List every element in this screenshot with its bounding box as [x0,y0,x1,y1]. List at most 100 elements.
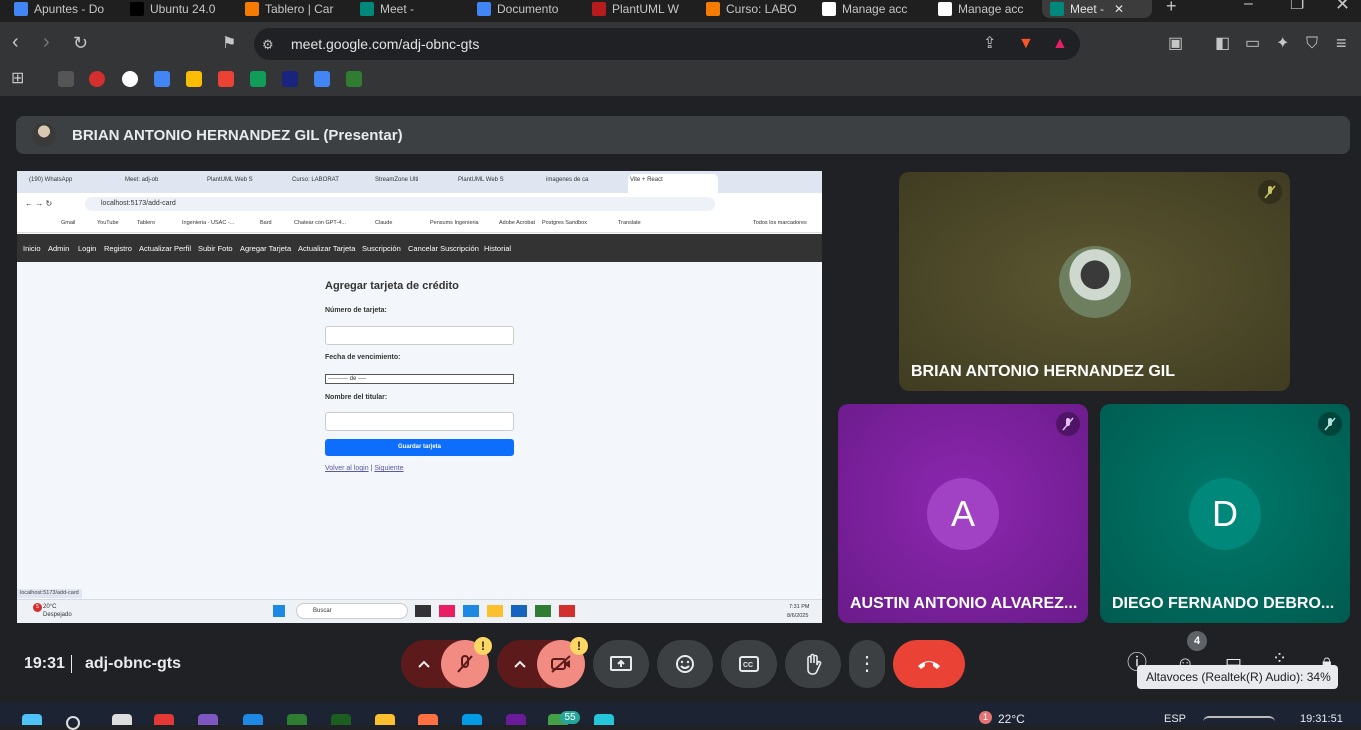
minimize-icon[interactable]: – [1244,0,1253,12]
new-tab-icon[interactable]: + [1166,0,1177,15]
tab-label: Ubuntu 24.0 [150,2,216,16]
taskbar-app-8-icon[interactable] [462,714,482,725]
shared-tab-label: Vite + React [630,177,663,183]
bookmark-1-icon[interactable] [58,71,74,87]
browser-tab[interactable]: Curso: LABO [706,0,810,18]
activities-icon[interactable]: ⁘ [1272,649,1287,667]
back-to-login-link: Volver al login [325,465,369,472]
bookmark-bi-icon[interactable] [282,71,298,87]
shared-screen: ← → ↻ localhost:5173/add-card Agregar ta… [17,171,822,623]
browser-tab[interactable]: Apuntes - Do [14,0,118,18]
browser-tab[interactable]: Meet - ✕ [1042,0,1152,18]
tab-label: Documento [497,2,559,16]
task-view-icon[interactable] [112,714,132,725]
more-options-button[interactable]: ⋮ [849,640,885,688]
tab-label: Meet - [1070,2,1105,16]
browser-tab[interactable]: Documento [477,0,581,18]
brave-rewards-icon[interactable]: ▲ [1052,36,1068,52]
back-icon[interactable]: ‹ [12,32,19,52]
wallet-icon[interactable]: ▭ [1245,36,1260,52]
browser-tab[interactable]: Tablero | Car [245,0,349,18]
forward-icon[interactable]: › [43,32,50,52]
browser-tab[interactable]: Meet - [360,0,464,18]
leo-ai-icon[interactable]: ✦ [1276,36,1289,52]
presenter-avatar [32,123,56,147]
reader-mode-icon[interactable]: ▣ [1168,36,1183,52]
url-text[interactable]: meet.google.com/adj-obnc-gts [291,36,479,52]
os-language[interactable]: ESP [1164,713,1186,725]
app-nav-item: Historial [484,244,512,253]
vscode-icon[interactable] [243,714,263,725]
svg-text:CC: CC [743,662,753,669]
browser-tab[interactable]: Manage acc [822,0,926,18]
bookmark-gmail-icon[interactable] [218,71,234,87]
present-screen-button[interactable] [593,640,649,688]
bookmark-page-icon[interactable]: ⚑ [222,36,236,52]
file-explorer-icon[interactable] [375,714,395,725]
bookmark-google-icon[interactable] [122,71,138,87]
taskbar-app-2-icon[interactable] [198,714,218,725]
close-window-icon[interactable]: ✕ [1335,0,1350,13]
share-page-icon[interactable]: ⇪ [983,36,996,52]
meeting-clock: 19:31 [24,655,65,672]
close-tab-icon[interactable]: ✕ [1114,2,1124,16]
form-links: Volver al login | Siguiente [325,465,404,472]
tab-favicon-icon [822,2,836,16]
taskbar-app-1-icon[interactable] [154,714,174,725]
menu-icon[interactable]: ≡ [1336,34,1347,52]
taskbar-app-7-icon[interactable] [418,714,438,725]
vpn-icon[interactable]: ⛉ [1306,36,1318,52]
hang-up-icon [918,661,940,669]
taskbar-app-4-icon[interactable] [287,714,307,725]
search-icon[interactable] [66,716,80,730]
os-clock[interactable]: 19:31:51 [1300,713,1343,725]
taskbar-app-9-icon[interactable] [506,714,526,725]
reactions-button[interactable] [657,640,713,688]
sidebar-icon[interactable]: ◧ [1215,36,1230,52]
taskbar-edge-icon[interactable] [594,714,614,725]
bookmark-drive-icon[interactable] [186,71,202,87]
brave-shield-icon[interactable]: ▼ [1018,36,1034,52]
os-temperature[interactable]: 22°C [998,712,1025,726]
apps-grid-icon[interactable]: ⊞ [11,71,24,87]
camera-options-chevron-icon[interactable] [505,640,535,688]
tab-favicon-icon [360,2,374,16]
reload-icon[interactable]: ↻ [73,34,88,52]
browser-tab[interactable]: Manage acc [938,0,1042,18]
presentation-title: BRIAN ANTONIO HERNANDEZ GIL (Presentar) [72,127,403,144]
raise-hand-button[interactable] [785,640,841,688]
site-info-icon[interactable]: ⚙ [262,37,274,53]
bookmark-calendar-icon[interactable] [154,71,170,87]
tab-favicon-icon [938,2,952,16]
captions-button[interactable]: CC [721,640,777,688]
participant-tile-brian[interactable]: BRIAN ANTONIO HERNANDEZ GIL [899,172,1290,391]
shared-bookmark: Pensums Ingenieria [430,220,479,226]
bookmark-mario-icon[interactable] [89,71,105,87]
shared-bookmark: YouTube [97,220,119,226]
shared-bookmark: Postgres Sandbox [542,220,587,226]
present-screen-icon [610,656,632,671]
bookmark-docs-icon[interactable] [314,71,330,87]
participant-tile-austin[interactable]: A AUSTIN ANTONIO ALVAREZ... [838,404,1088,623]
participant-tile-diego[interactable]: D DIEGO FERNANDO DEBRO... [1100,404,1350,623]
windows-start-icon[interactable] [22,714,42,725]
shared-windows-icon [273,605,285,617]
browser-tab[interactable]: PlantUML W [592,0,696,18]
os-tray-icons[interactable] [1203,716,1275,725]
browser-tab[interactable]: Ubuntu 24.0 [130,0,234,18]
shared-tab-label: PlantUML Web S [207,177,253,183]
tab-label: Manage acc [842,2,908,16]
shared-bookmark: Ingenieria - USAC -... [182,220,235,226]
shared-tab-label: StreamZone Ulti [375,177,419,183]
holder-label: Nombre del titular: [325,394,388,401]
leave-call-button[interactable] [893,640,965,688]
shared-tab-label: (190) WhatsApp [29,177,73,183]
bookmark-w-icon[interactable] [346,71,362,87]
excel-icon[interactable] [331,714,351,725]
app-nav-item: Actualizar Perfil [139,244,192,253]
bookmark-sheet-icon[interactable] [250,71,266,87]
divider [71,655,72,673]
mic-options-chevron-icon[interactable] [409,640,439,688]
restore-icon[interactable]: ❐ [1290,0,1304,13]
tab-label: Meet - [380,2,415,16]
